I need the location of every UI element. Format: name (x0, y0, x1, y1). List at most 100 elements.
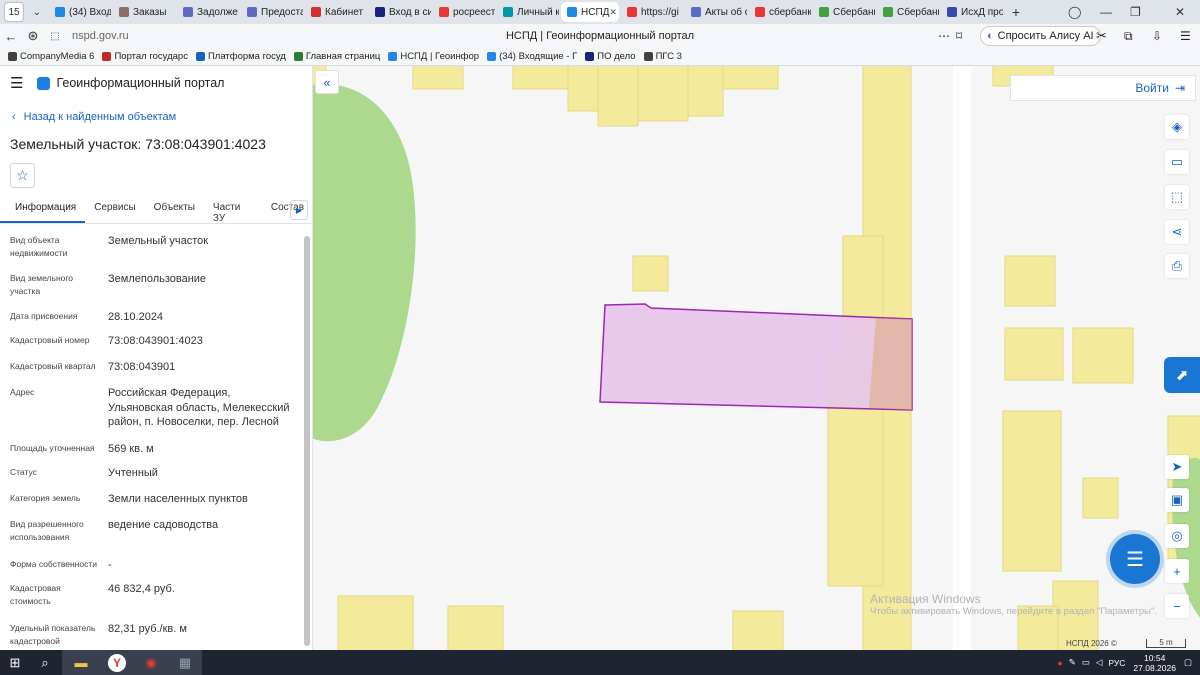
menu-burger-icon[interactable]: ☰ (10, 74, 23, 92)
more-icon[interactable]: ⋯ (938, 29, 950, 43)
pen-icon[interactable]: ✎ (1069, 657, 1076, 668)
bookmark-item[interactable]: ПО дело (585, 51, 636, 62)
property-value: 82,31 руб./кв. м (108, 623, 187, 635)
portal-name: Геоинформационный портал (56, 76, 225, 90)
browser-tab[interactable]: https://gi (621, 2, 683, 22)
bookmark-item[interactable]: CompanyMedia 6 (8, 51, 94, 62)
notifications-icon[interactable]: ▢ (1184, 657, 1192, 668)
panel-tab[interactable]: Части ЗУ (204, 196, 262, 224)
clock-time: 10:54 (1144, 652, 1166, 663)
back-arrow-icon[interactable]: ← (0, 29, 22, 44)
bookmark-label: Платформа госуд (207, 51, 286, 62)
alice-label: Спросить Алису AI (997, 30, 1094, 42)
selected-parcel[interactable] (599, 303, 913, 411)
building (687, 66, 724, 117)
locate-icon[interactable]: ◎ (1165, 524, 1189, 548)
tabs-next-arrow-icon[interactable]: ▶ (290, 200, 308, 220)
close-window-button[interactable]: ✕ (1175, 0, 1185, 24)
tab-favicon-icon (375, 7, 385, 17)
bookmark-item[interactable]: Главная страниц (293, 51, 380, 62)
browser-tab[interactable]: росреест (433, 2, 495, 22)
side-feedback-icon[interactable]: ⬈ (1164, 357, 1200, 393)
tools-icon[interactable]: ✂ (1096, 28, 1107, 44)
bookmark-label: CompanyMedia 6 (20, 51, 95, 62)
bookmark-item[interactable]: Платформа госуд (195, 51, 286, 62)
panel-tab[interactable]: Информация (0, 196, 86, 223)
browser-tab[interactable]: Вход в си (369, 2, 431, 22)
tab-favicon-icon (755, 7, 765, 17)
url-field[interactable]: nspd.gov.ru (72, 30, 129, 42)
volume-icon[interactable]: ◁ (1096, 657, 1103, 668)
file-explorer-icon[interactable]: ▬ (62, 650, 100, 675)
clock[interactable]: 10:54 27.08.2026 (1133, 653, 1176, 673)
chat-icon[interactable]: ☰ (1110, 534, 1160, 584)
extensions-icon[interactable]: ⧉ (1124, 29, 1133, 44)
panel-scrollbar[interactable] (304, 236, 310, 646)
property-label: Вид земельного участка (10, 273, 74, 296)
antivirus-icon[interactable]: ● (1058, 658, 1063, 668)
bookmark-icon[interactable]: ⌑ (956, 29, 962, 43)
new-tab-button[interactable]: + (1006, 2, 1026, 22)
browser-tab[interactable]: Предоста (241, 2, 303, 22)
yandex-browser-icon[interactable]: Y (100, 650, 134, 675)
lock-icon[interactable]: ⬚ (44, 31, 66, 42)
share-icon[interactable]: ⋖ (1165, 220, 1189, 244)
collapse-panel-icon[interactable]: « (315, 70, 339, 94)
basemap-icon[interactable]: ▣ (1165, 488, 1189, 512)
print-icon[interactable]: ⎙ (1165, 254, 1189, 278)
tab-favicon-icon (503, 7, 513, 17)
downloads-icon[interactable]: ⇩ (1152, 29, 1162, 43)
browser-tab[interactable]: Личный к (497, 2, 559, 22)
tab-favicon-icon (883, 7, 893, 17)
activation-watermark-title: Активация Windows (870, 592, 981, 606)
search-icon[interactable]: ⌕ (30, 650, 60, 675)
minimize-button[interactable]: — (1100, 0, 1112, 24)
alice-button[interactable]: ◐ Спросить Алису AI (980, 26, 1101, 46)
bookmark-item[interactable]: ПГС 3 (643, 51, 682, 62)
bookmark-item[interactable]: НСПД | Геоинфор (388, 51, 479, 62)
tab-counter[interactable]: 15 (4, 2, 24, 22)
language-indicator[interactable]: РУС (1108, 658, 1125, 668)
browser-tab[interactable]: Сбербанк (877, 2, 939, 22)
zoom-out-icon[interactable]: − (1165, 594, 1189, 618)
bookmark-tab-icon[interactable]: ◯ (1068, 0, 1081, 24)
menu-icon[interactable]: ☰ (1180, 29, 1191, 43)
site-info-icon[interactable]: ⊛ (22, 28, 44, 44)
panel-tab[interactable]: Объекты (145, 196, 204, 223)
property-value: Землепользование (108, 273, 207, 285)
close-tab-icon[interactable]: ✕ (609, 7, 617, 18)
bookmark-favicon-icon (643, 52, 653, 61)
favorite-star-icon[interactable]: ☆ (10, 163, 35, 188)
browser-tab[interactable]: Акты об с (685, 2, 747, 22)
browser-tab-bar: 15 ⌄ (34) Входя Заказы Задолже Предоста Каби… (0, 0, 1200, 24)
tab-label: Заказы (133, 6, 167, 18)
navigate-icon[interactable]: ➤ (1165, 455, 1189, 479)
map-canvas[interactable] (313, 66, 1200, 650)
browser-tab[interactable]: Заказы (113, 2, 175, 22)
browser-tab[interactable]: (34) Входя (49, 2, 111, 22)
browser-tab[interactable]: Сбербанк (813, 2, 875, 22)
maximize-button[interactable]: ❐ (1130, 0, 1141, 24)
browser-tab[interactable]: сбербанк (749, 2, 811, 22)
bookmark-item[interactable]: Портал государс (102, 51, 188, 62)
zoom-in-icon[interactable]: + (1165, 559, 1189, 583)
ruler-icon[interactable]: ▭ (1165, 150, 1189, 174)
portal-logo-icon (37, 76, 51, 90)
property-value: Земельный участок (108, 235, 209, 247)
tab-list-chevron-icon[interactable]: ⌄ (27, 2, 47, 22)
chrome-icon[interactable]: ◉ (134, 650, 168, 675)
bookmark-item[interactable]: (34) Входящие - Г (487, 51, 577, 62)
layers-icon[interactable]: ◈ (1165, 115, 1189, 139)
windows-start-icon[interactable]: ⊞ (0, 650, 30, 675)
browser-tab[interactable]: ИсхД про (941, 2, 1003, 22)
login-button[interactable]: Войти ⇥ (1010, 75, 1196, 101)
panel-tab[interactable]: Сервисы (85, 196, 144, 223)
app-icon[interactable]: ▦ (168, 650, 202, 675)
tab-favicon-icon (247, 7, 257, 17)
network-icon[interactable]: ▭ (1082, 657, 1090, 668)
browser-tab[interactable]: Кабинет (305, 2, 367, 22)
browser-tab[interactable]: Задолже (177, 2, 239, 22)
browser-tab[interactable]: НСПД ✕ (561, 2, 619, 22)
back-to-results-link[interactable]: ‹ Назад к найденным объектам (12, 111, 176, 123)
select-area-icon[interactable]: ⬚ (1165, 185, 1189, 209)
